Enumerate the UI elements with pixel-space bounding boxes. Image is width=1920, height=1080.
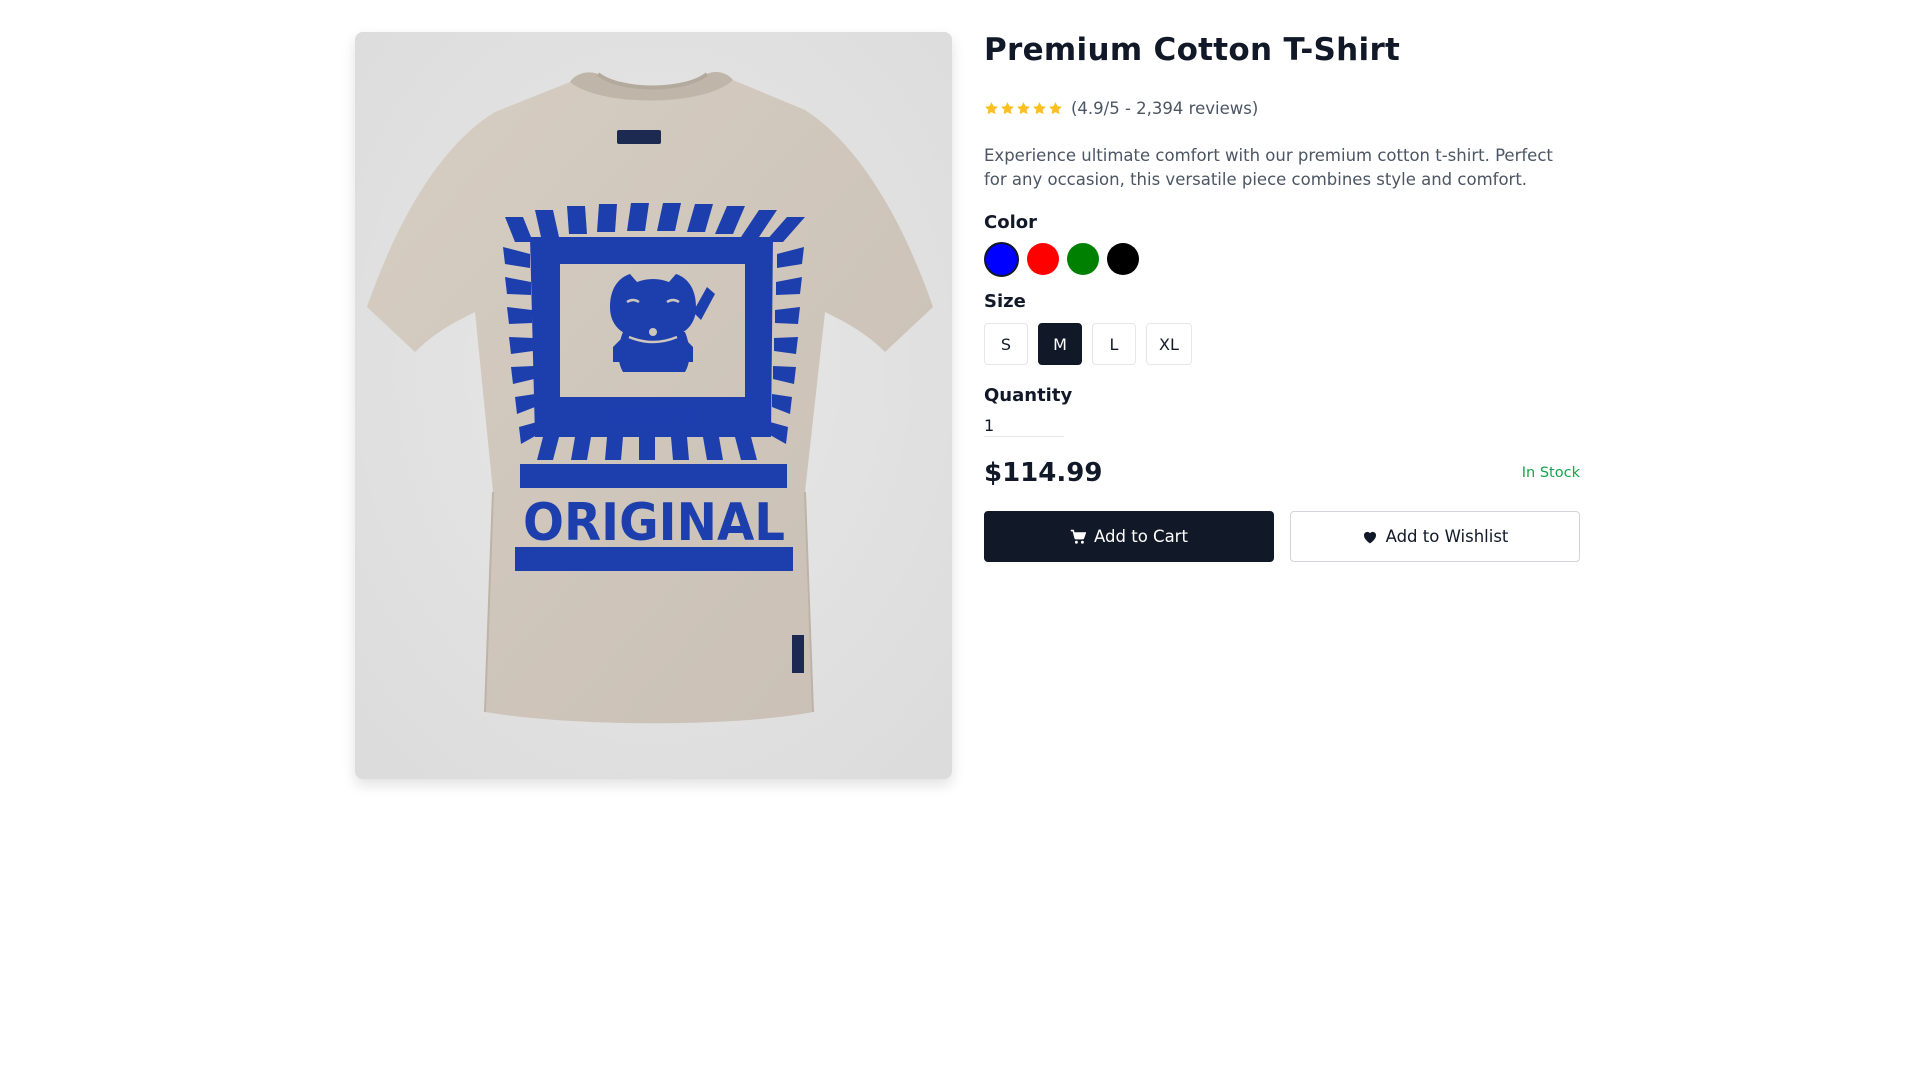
color-swatch-red[interactable] (1027, 243, 1059, 275)
add-to-wishlist-button[interactable]: Add to Wishlist (1290, 511, 1580, 562)
product-price: $114.99 (984, 458, 1103, 488)
product-page: KIIKII 神を信じる ORIGINAL Premium Cotton T-S… (0, 0, 1920, 1080)
add-to-cart-label: Add to Cart (1094, 527, 1188, 546)
quantity-input[interactable] (984, 414, 1064, 437)
color-swatch-green[interactable] (1067, 243, 1099, 275)
neck-label (617, 130, 661, 144)
product-section: KIIKII 神を信じる ORIGINAL Premium Cotton T-S… (355, 32, 1580, 779)
size-options: S M L XL (984, 323, 1580, 365)
color-swatches (984, 241, 1580, 277)
size-label: Size (984, 291, 1026, 312)
product-title: Premium Cotton T-Shirt (984, 32, 1401, 68)
size-button-l[interactable]: L (1092, 323, 1136, 365)
rating-row: (4.9/5 - 2,394 reviews) (984, 97, 1580, 119)
product-description: Experience ultimate comfort with our pre… (984, 146, 1553, 189)
star-icon (1001, 101, 1014, 114)
tshirt-illustration: KIIKII 神を信じる ORIGINAL (355, 32, 952, 779)
color-swatch-black[interactable] (1107, 243, 1139, 275)
product-image[interactable]: KIIKII 神を信じる ORIGINAL (355, 32, 952, 779)
heart-icon (1363, 531, 1376, 543)
color-swatch-blue[interactable] (984, 241, 1019, 277)
print-headline-text: ORIGINAL (523, 493, 785, 553)
price-row: $114.99 In Stock (984, 455, 1580, 491)
rating-summary: (4.9/5 - 2,394 reviews) (1071, 98, 1259, 118)
star-rating (984, 101, 1063, 116)
star-icon (1049, 101, 1062, 114)
quantity-label: Quantity (984, 385, 1073, 406)
star-icon (985, 101, 998, 114)
size-button-s[interactable]: S (984, 323, 1028, 365)
product-details: Premium Cotton T-Shirt (4.9/5 - 2,394 re… (984, 32, 1580, 779)
add-to-cart-button[interactable]: Add to Cart (984, 511, 1274, 562)
hem-tag (792, 635, 804, 673)
color-label: Color (984, 212, 1037, 233)
star-icon (1017, 101, 1030, 114)
cart-icon (1070, 529, 1087, 544)
size-button-xl[interactable]: XL (1146, 323, 1192, 365)
add-to-wishlist-label: Add to Wishlist (1385, 527, 1509, 546)
star-icon (1033, 101, 1046, 114)
print-japanese-text: 神を信じる (606, 405, 696, 427)
print-brand-text: KIIKII (635, 373, 672, 387)
stock-status: In Stock (1521, 465, 1580, 481)
product-actions: Add to Cart Add to Wishlist (984, 511, 1580, 562)
size-button-m[interactable]: M (1038, 323, 1082, 365)
